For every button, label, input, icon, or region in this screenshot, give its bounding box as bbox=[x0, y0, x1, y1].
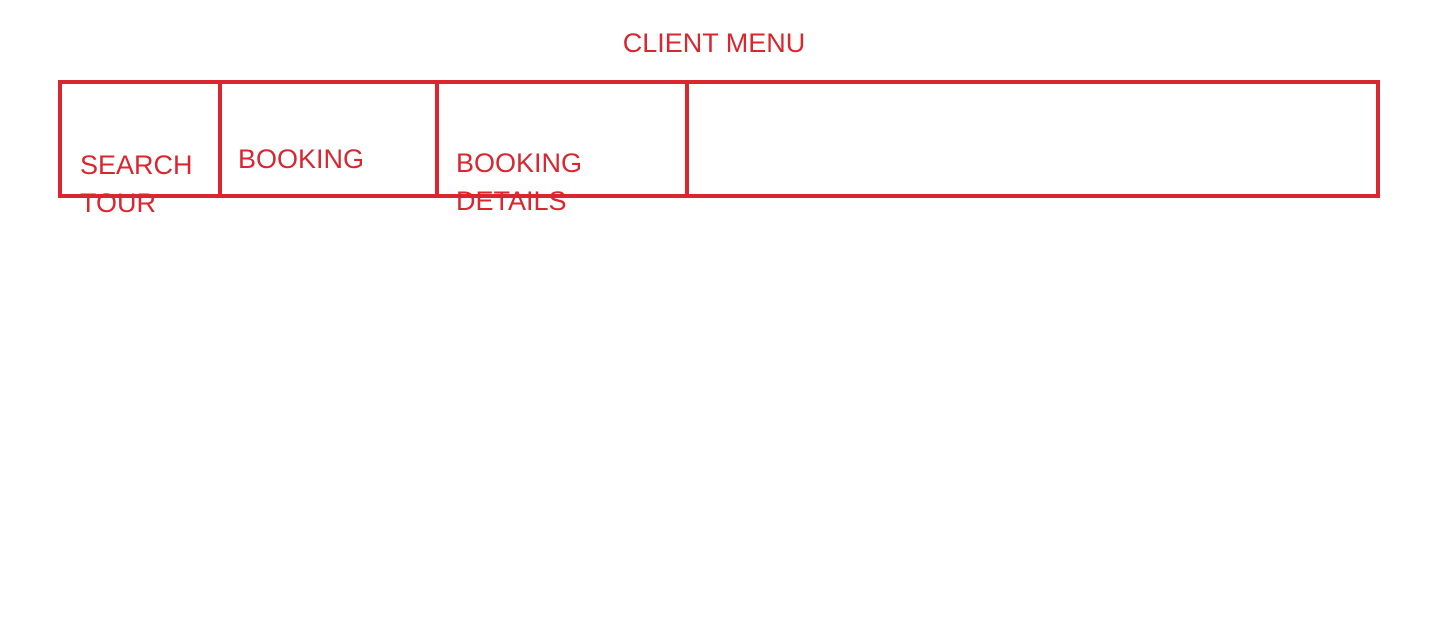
menu-item-booking-details[interactable]: BOOKING DETAILS bbox=[439, 84, 689, 216]
menu-item-booking[interactable]: BOOKING bbox=[222, 84, 439, 194]
menu-empty-area bbox=[689, 84, 1376, 194]
menu-item-search-tour[interactable]: SEARCH TOUR bbox=[62, 84, 222, 218]
menu-item-label: SEARCH TOUR bbox=[80, 150, 193, 218]
menu-item-label: BOOKING bbox=[238, 144, 365, 174]
page-title: CLIENT MENU bbox=[622, 28, 806, 58]
menu-item-label: BOOKING DETAILS bbox=[456, 148, 583, 216]
client-menu-bar: SEARCH TOUR BOOKING BOOKING DETAILS bbox=[58, 80, 1380, 218]
